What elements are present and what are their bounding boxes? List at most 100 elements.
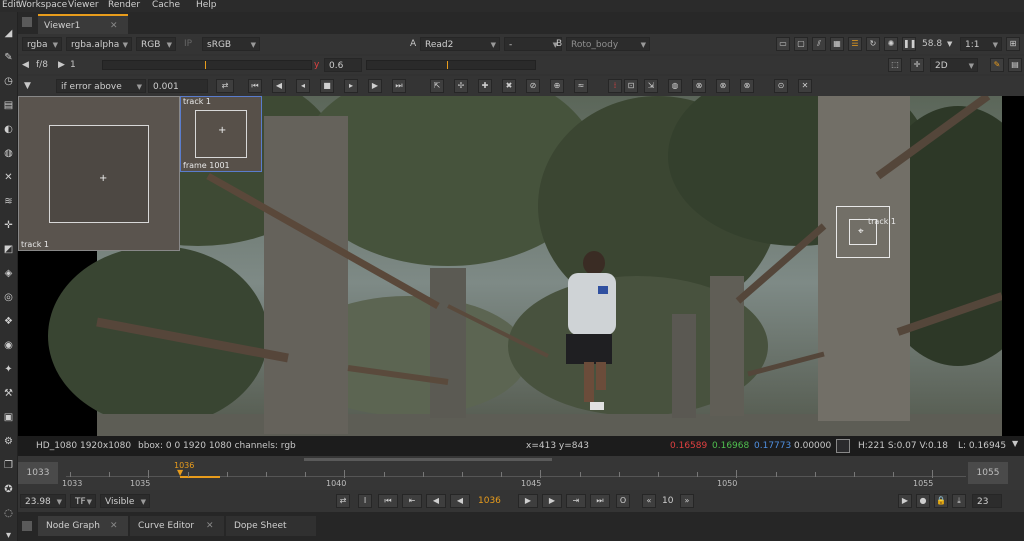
color-mode-dropdown[interactable]: RGB ▼ [136,37,176,51]
3d-icon[interactable]: ◩ [3,244,14,255]
tab-viewer1[interactable]: Viewer1 ✕ [38,14,128,34]
metadata-icon[interactable]: ◎ [3,292,14,303]
play-backward-icon[interactable]: ◀ [450,494,470,508]
next-frame-icon[interactable]: ▶ [542,494,562,508]
infobar-menu-icon[interactable]: ▼ [1012,439,1018,448]
particles-icon[interactable]: ❖ [3,316,14,327]
tf-dropdown[interactable]: TF ▼ [70,494,96,508]
toolsets-icon[interactable]: ⚒ [3,388,14,399]
gamma-slider[interactable] [366,60,536,70]
options-icon[interactable]: ▤ [1008,58,1022,72]
next-keyframe-icon[interactable]: ⇥ [566,494,586,508]
visible-dropdown[interactable]: Visible ▼ [100,494,150,508]
track-search-box[interactable]: ⌖ [836,206,890,258]
deep-icon[interactable]: ◉ [3,340,14,351]
filter-icon[interactable]: ◍ [3,148,14,159]
menu-render[interactable]: Render [108,0,140,10]
clear-bwd-icon[interactable]: ⊗ [692,79,706,93]
fstop-decrement-icon[interactable]: ◀ [22,58,29,72]
pause-icon[interactable]: ❚❚ [902,37,916,51]
save-icon[interactable]: ▣ [3,412,14,423]
gain-value[interactable]: 1 [70,58,76,72]
settings-icon[interactable]: ⚙ [3,436,14,447]
close-icon[interactable]: ✕ [110,516,118,536]
add-track-icon[interactable]: ✢ [454,79,468,93]
track-to-end-icon[interactable]: ⏭ [392,79,406,93]
gain-slider[interactable] [102,60,312,70]
track-forward-icon[interactable]: ▶ [368,79,382,93]
input-a-dropdown[interactable]: Read2 ▼ [420,37,500,51]
end-field[interactable]: 23 [972,494,1002,508]
close-icon[interactable]: ✕ [798,79,812,93]
zoom-window-icon[interactable]: ⊡ [624,79,638,93]
in-frame-field[interactable]: 1033 [18,462,58,484]
out-frame-field[interactable]: 1055 [968,462,1008,484]
tab-dope-sheet[interactable]: Dope Sheet [226,516,316,536]
lock-icon[interactable]: 🔒 [934,494,948,508]
pane-menu-icon[interactable] [22,521,32,531]
magnify-icon[interactable]: ⊙ [774,79,788,93]
playhead-icon[interactable]: ▼ [177,468,183,477]
track-range-icon[interactable]: ⇱ [430,79,444,93]
zoom-ratio-dropdown[interactable]: 1:1 ▼ [960,37,1002,51]
first-frame-icon[interactable]: ⏮ [378,494,398,508]
view-mode-dropdown[interactable]: 2D ▼ [930,58,978,72]
current-frame-field[interactable]: 1036 [478,494,501,508]
keyframe-icon[interactable]: ⇄ [216,79,234,93]
add-keyframe-icon[interactable]: ✚ [478,79,492,93]
gain-slider-handle[interactable] [205,61,206,69]
merge-icon[interactable]: ≋ [3,196,14,207]
gamma-value[interactable]: 0.6 [324,58,362,72]
refresh-icon[interactable]: ↻ [866,37,880,51]
center-icon[interactable]: ⊕ [550,79,564,93]
last-frame-icon[interactable]: ⏭ [590,494,610,508]
menu-cache[interactable]: Cache [152,0,180,10]
in-point-icon[interactable]: I [358,494,372,508]
error-mode-dropdown[interactable]: if error above ▼ [56,79,146,93]
ip-button[interactable]: IP [184,37,192,51]
timeline-scrollbar[interactable] [304,458,552,461]
region-icon[interactable]: ⬚ [888,58,902,72]
more-icon[interactable]: ▾ [3,530,14,541]
threshold-input[interactable]: 0.001 [148,79,208,93]
tab-curve-editor[interactable]: Curve Editor ✕ [130,516,224,536]
record-icon[interactable]: ● [916,494,930,508]
bounce-icon[interactable]: ⇄ [336,494,350,508]
gpu-icon[interactable]: ✺ [884,37,898,51]
timeline[interactable]: 1033 1055 1036 ▼ 1033 1035 1040 1045 105… [18,456,1024,490]
skip-step-value[interactable]: 10 [662,494,673,508]
channel-icon[interactable]: ▤ [3,100,14,111]
script-icon[interactable]: ❐ [3,460,14,471]
views-icon[interactable]: ◈ [3,268,14,279]
keyer-icon[interactable]: ✕ [3,172,14,183]
close-icon[interactable]: ✕ [206,516,214,536]
prev-keyframe-icon[interactable]: ⇤ [402,494,422,508]
time-icon[interactable]: ◷ [3,76,14,87]
smooth-icon[interactable]: ≈ [574,79,588,93]
skip-forward-icon[interactable]: » [680,494,694,508]
viewer-canvas[interactable]: + track 1 track 1 + frame 1001 ⌖ track 1 [18,96,1024,436]
lut-dropdown[interactable]: sRGB ▼ [202,37,260,51]
other-icon[interactable]: ✦ [3,364,14,375]
tracker-reference-window[interactable]: track 1 + frame 1001 [180,96,262,172]
blend-dropdown[interactable]: - ▼ [504,37,562,51]
channel-set-dropdown[interactable]: rgba ▼ [22,37,62,51]
track-step-back-icon[interactable]: ◂ [296,79,310,93]
error-colors-icon[interactable]: ⁞ [608,79,622,93]
plugin-icon[interactable]: ✪ [3,484,14,495]
clear-all-icon[interactable]: ⊗ [716,79,730,93]
menu-workspace[interactable]: Workspace [18,0,67,10]
help-icon[interactable]: ◌ [3,508,14,519]
track-to-start-icon[interactable]: ⏮ [248,79,262,93]
play-flipbook-icon[interactable]: ▶ [898,494,912,508]
viewer-settings-icon[interactable]: ⊞ [1006,37,1020,51]
play-icon[interactable]: ▶ [518,494,538,508]
view-toggle-icon[interactable]: ◍ [668,79,682,93]
stop-tracking-icon[interactable]: ■ [320,79,334,93]
gain-increment-icon[interactable]: ▶ [58,58,65,72]
close-icon[interactable]: ✕ [110,16,118,36]
clear-icon[interactable]: ⊘ [526,79,540,93]
fps-dropdown[interactable]: 23.98 ▼ [20,494,66,508]
transform-icon[interactable]: ✛ [3,220,14,231]
tracker-zoom-window[interactable]: + track 1 [18,96,180,251]
